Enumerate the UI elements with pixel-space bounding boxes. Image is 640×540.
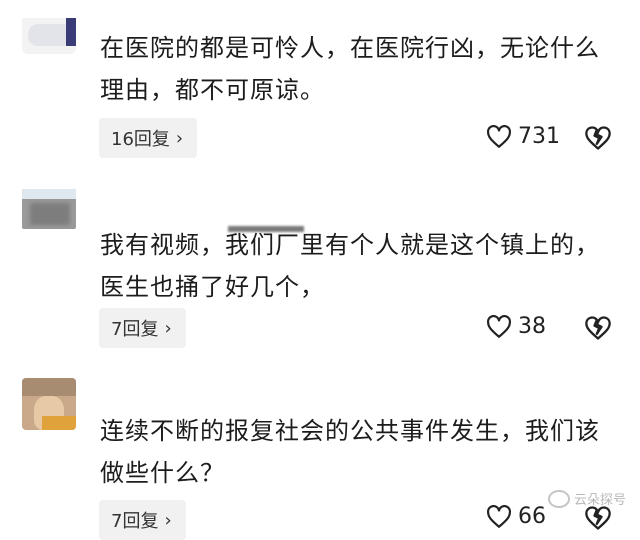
like-count: 38	[518, 314, 546, 339]
reply-count: 7回复	[111, 319, 159, 340]
chevron-right-icon: ›	[164, 509, 172, 531]
like-button[interactable]: 731	[486, 124, 560, 149]
broken-heart-icon[interactable]	[584, 504, 612, 532]
chevron-right-icon: ›	[164, 317, 172, 339]
reply-count: 16回复	[111, 129, 170, 150]
reply-count: 7回复	[111, 511, 159, 532]
like-count: 731	[518, 124, 560, 149]
comment-text: 我有视频，我们厂里有个人就是这个镇上的，医生也捅了好几个，	[100, 231, 600, 301]
view-replies-button[interactable]: 16回复 ›	[99, 118, 198, 158]
like-button[interactable]: 66	[486, 504, 546, 529]
view-replies-button[interactable]: 7回复 ›	[99, 500, 186, 540]
view-replies-button[interactable]: 7回复 ›	[99, 308, 186, 348]
watermark: 云朵探号	[547, 489, 626, 508]
avatar[interactable]	[22, 18, 76, 54]
heart-icon	[487, 504, 511, 528]
like-count: 66	[518, 504, 546, 529]
like-button[interactable]: 38	[486, 314, 546, 339]
broken-heart-icon[interactable]	[584, 314, 612, 342]
cloud-logo-icon	[547, 489, 570, 508]
comment-text: 在医院的都是可怜人，在医院行凶，无论什么理由，都不可原谅。	[100, 34, 600, 104]
previous-comment-cutoff	[0, 0, 640, 6]
watermark-text: 云朵探号	[573, 493, 626, 508]
heart-icon	[487, 314, 511, 338]
comment-text: 连续不断的报复社会的公共事件发生，我们该做些什么？	[100, 417, 600, 487]
broken-heart-icon[interactable]	[584, 124, 612, 152]
heart-icon	[487, 124, 511, 148]
chevron-right-icon: ›	[175, 127, 184, 149]
avatar[interactable]	[22, 378, 76, 430]
avatar[interactable]	[22, 189, 76, 229]
